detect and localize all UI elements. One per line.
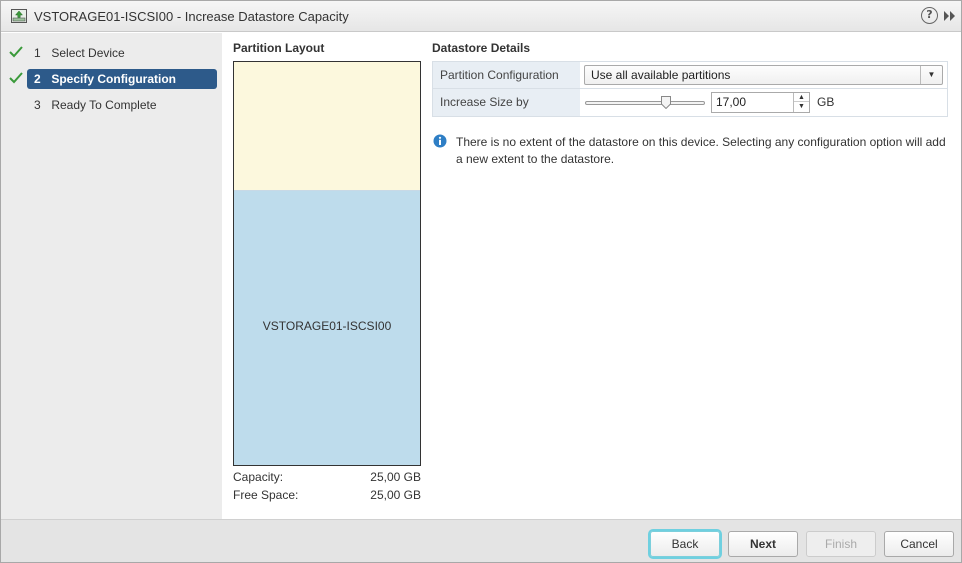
step-number: 1 [34, 46, 41, 60]
step-specify-configuration[interactable]: 2 Specify Configuration [1, 69, 222, 89]
slider-thumb[interactable] [661, 96, 671, 109]
free-space-label: Free Space: [233, 488, 299, 502]
wizard-window: VSTORAGE01-ISCSI00 - Increase Datastore … [0, 0, 962, 563]
expand-icon[interactable] [943, 10, 957, 22]
step-label: Specify Configuration [51, 72, 177, 86]
cancel-button[interactable]: Cancel [884, 531, 954, 557]
increase-size-input[interactable]: 17,00 ▲ ▼ [711, 92, 810, 113]
partition-layout-title: Partition Layout [233, 41, 325, 55]
title-bar: VSTORAGE01-ISCSI00 - Increase Datastore … [1, 1, 961, 32]
datastore-increase-icon [11, 9, 27, 23]
partition-configuration-label: Partition Configuration [433, 62, 580, 88]
partition-configuration-row: Partition Configuration Use all availabl… [433, 62, 947, 89]
capacity-value: 25,00 GB [370, 470, 421, 484]
step-label: Ready To Complete [51, 98, 157, 112]
partition-configuration-value: Use all available partitions [591, 68, 731, 82]
increase-size-row: Increase Size by 17,00 ▲ ▼ GB [433, 89, 947, 116]
step-ready-to-complete[interactable]: 3 Ready To Complete [1, 95, 222, 115]
datastore-details-title: Datastore Details [432, 41, 531, 55]
step-select-device[interactable]: 1 Select Device [1, 43, 222, 63]
step-number: 3 [34, 98, 41, 112]
finish-button[interactable]: Finish [806, 531, 876, 557]
free-space-segment [234, 62, 420, 191]
next-button[interactable]: Next [728, 531, 798, 557]
capacity-row: Capacity: 25,00 GB [233, 470, 421, 486]
spinner: ▲ ▼ [793, 93, 809, 112]
capacity-label: Capacity: [233, 470, 284, 484]
free-space-row: Free Space: 25,00 GB [233, 488, 421, 504]
wizard-steps: 1 Select Device 2 Specify Configuration … [1, 33, 222, 519]
spin-down-icon[interactable]: ▼ [794, 102, 809, 111]
info-icon [433, 134, 447, 148]
wizard-footer: Back Next Finish Cancel [1, 519, 961, 562]
increase-size-label: Increase Size by [433, 89, 580, 116]
check-icon [9, 46, 23, 58]
check-icon [9, 72, 23, 84]
window-title: VSTORAGE01-ISCSI00 - Increase Datastore … [34, 9, 349, 24]
step-number: 2 [34, 72, 41, 86]
partition-segment: VSTORAGE01-ISCSI00 [234, 191, 420, 465]
free-space-value: 25,00 GB [370, 488, 421, 502]
spin-up-icon[interactable]: ▲ [794, 93, 809, 102]
increase-size-slider[interactable] [585, 96, 705, 109]
help-icon[interactable]: ? [921, 7, 938, 24]
partition-label: VSTORAGE01-ISCSI00 [262, 319, 392, 333]
step-label: Select Device [51, 46, 125, 60]
partition-layout-chart: VSTORAGE01-ISCSI00 [233, 61, 421, 466]
chevron-down-icon[interactable]: ▼ [920, 66, 942, 84]
datastore-details-form: Partition Configuration Use all availabl… [432, 61, 948, 117]
size-unit: GB [817, 95, 835, 109]
partition-configuration-select[interactable]: Use all available partitions ▼ [584, 65, 943, 85]
info-message: There is no extent of the datastore on t… [456, 135, 946, 166]
increase-size-value: 17,00 [716, 95, 747, 109]
back-button[interactable]: Back [650, 531, 720, 557]
